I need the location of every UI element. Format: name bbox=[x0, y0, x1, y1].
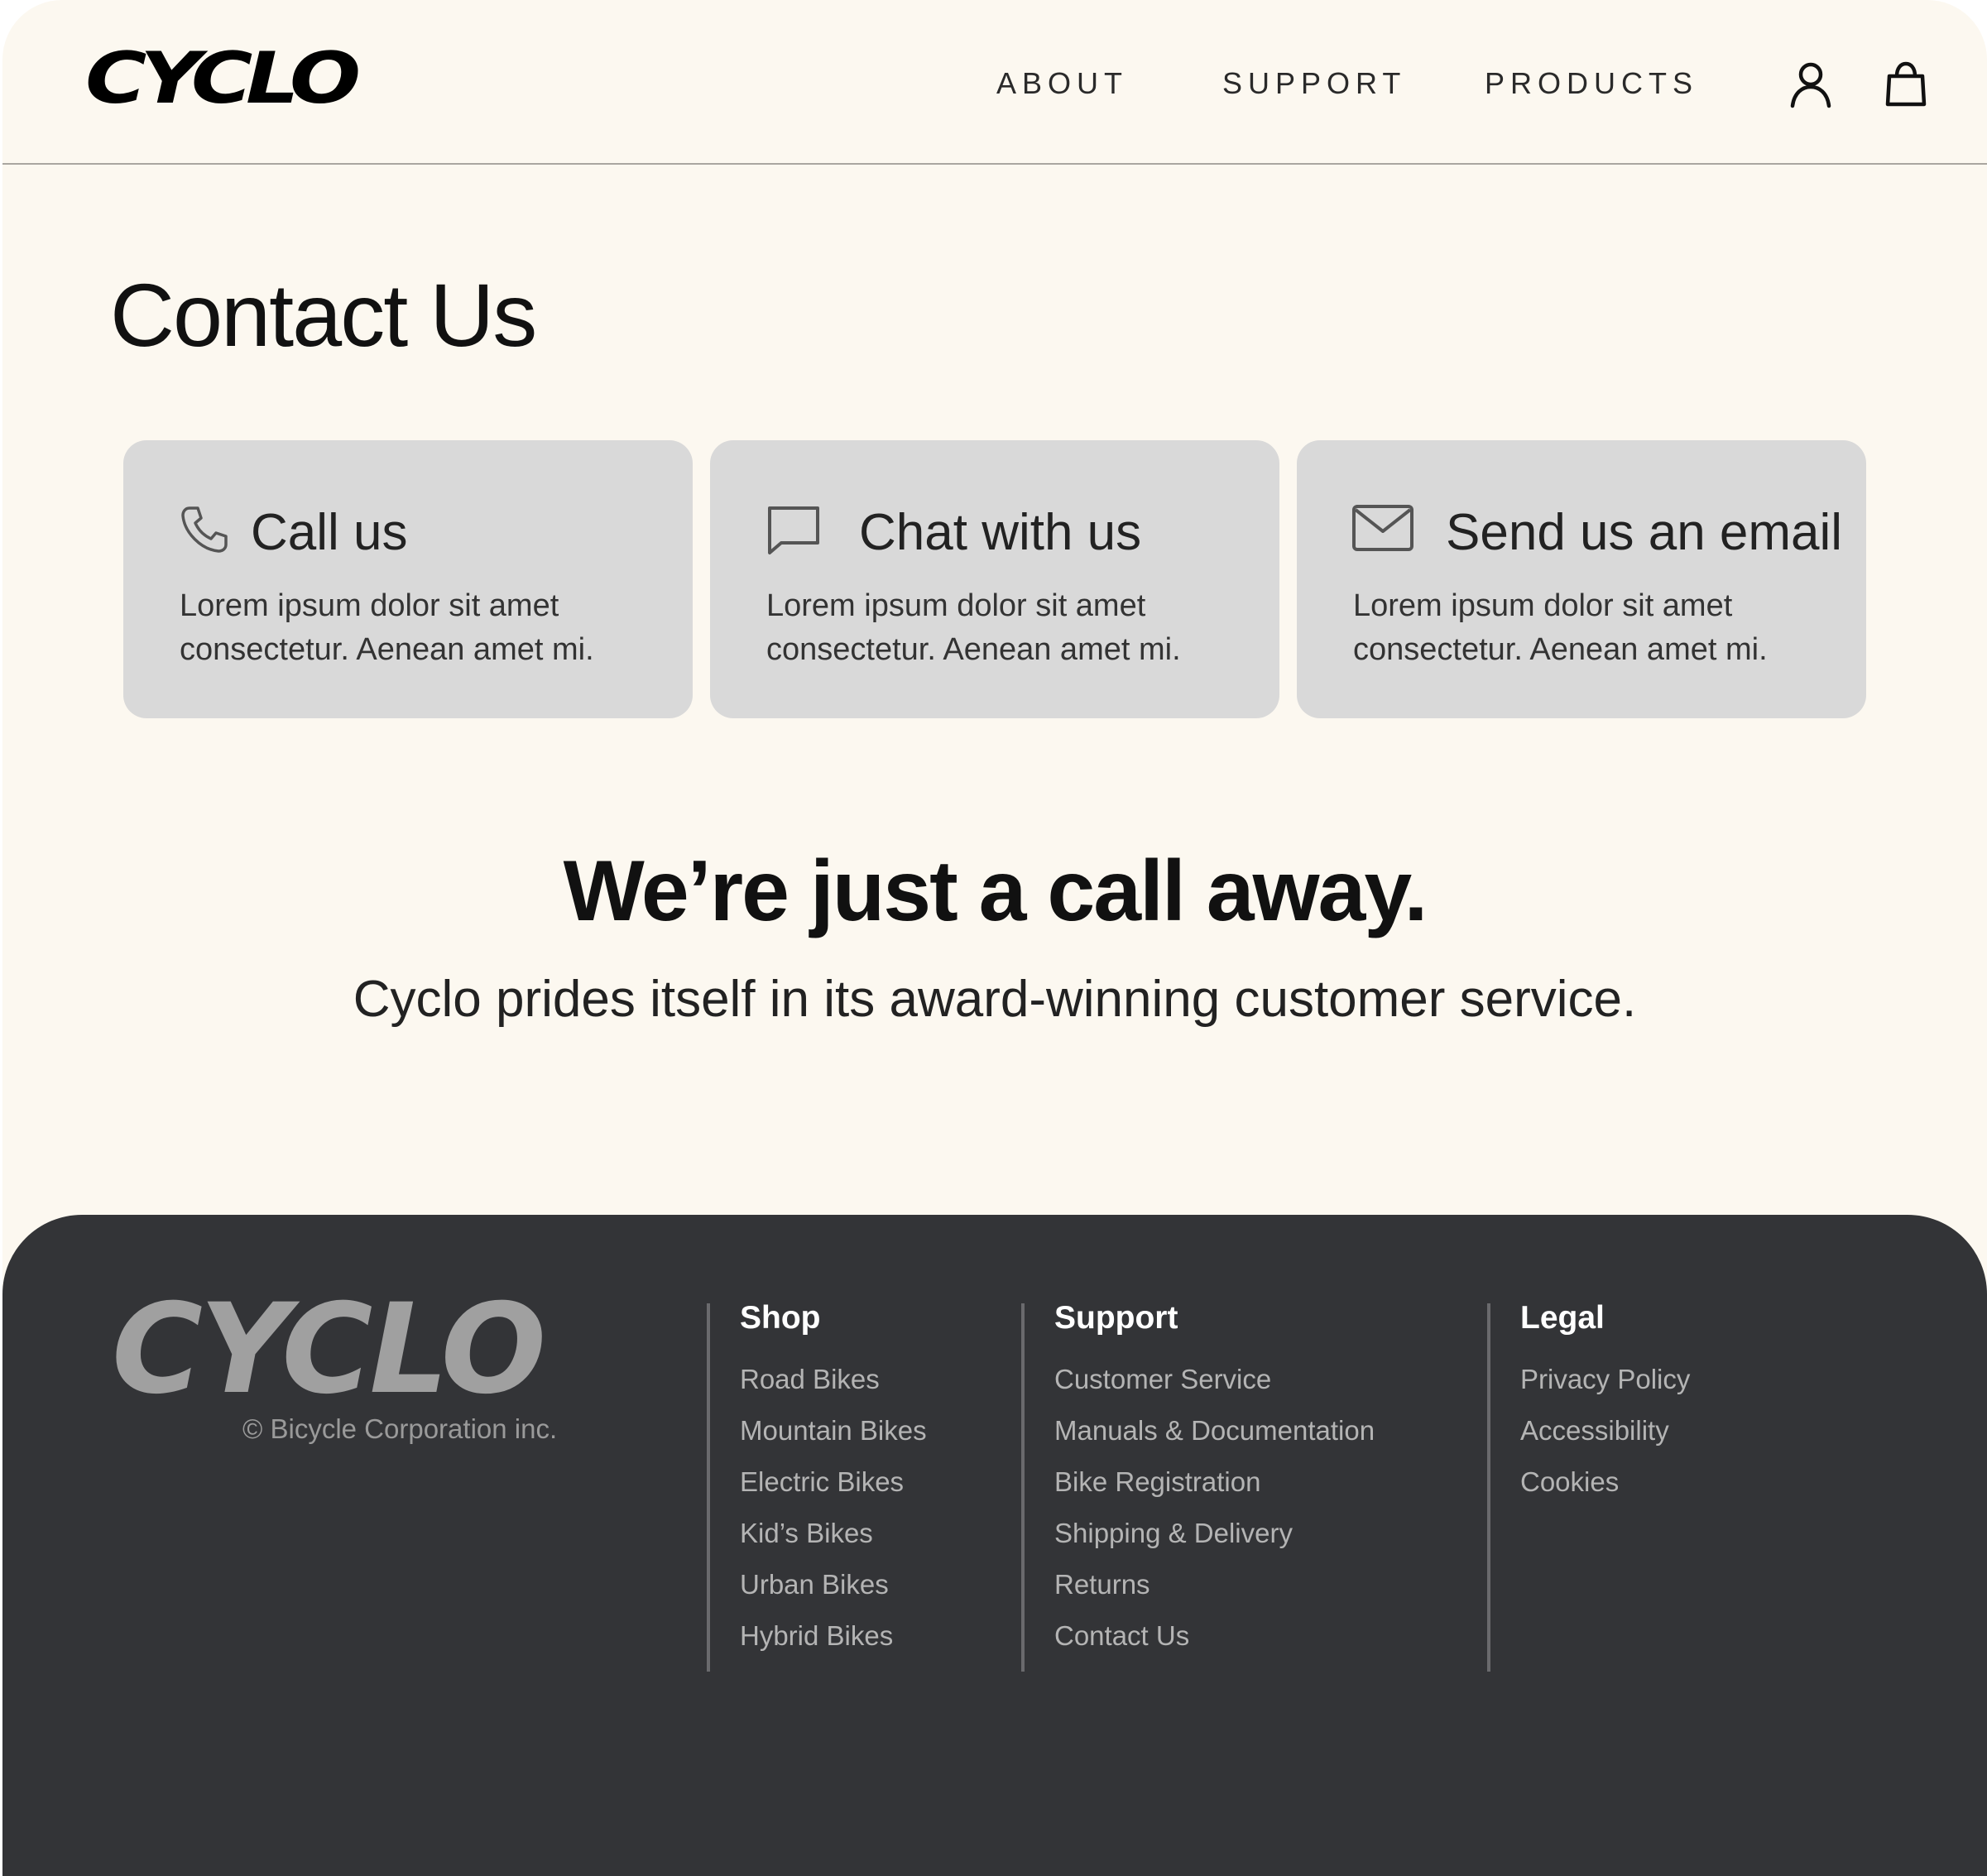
chat-card[interactable]: Chat with us Lorem ipsum dolor sit amet … bbox=[710, 440, 1279, 718]
cart-icon[interactable] bbox=[1881, 60, 1931, 109]
nav-about[interactable]: ABOUT bbox=[996, 66, 1128, 101]
footer-link[interactable]: Contact Us bbox=[1054, 1610, 1375, 1662]
site-header: CYCLO ABOUT SUPPORT PRODUCTS bbox=[2, 0, 1987, 165]
nav-support[interactable]: SUPPORT bbox=[1222, 66, 1406, 101]
footer-link[interactable]: Mountain Bikes bbox=[740, 1405, 927, 1456]
footer-heading: Support bbox=[1054, 1300, 1178, 1336]
page-title: Contact Us bbox=[110, 265, 537, 365]
footer-divider bbox=[1487, 1303, 1490, 1672]
call-us-card[interactable]: Call us Lorem ipsum dolor sit amet conse… bbox=[123, 440, 693, 718]
footer-column-shop: Shop Road Bikes Mountain Bikes Electric … bbox=[740, 1300, 927, 1662]
phone-icon bbox=[178, 503, 241, 556]
footer-link[interactable]: Urban Bikes bbox=[740, 1559, 927, 1610]
site-footer: CYCLO © Bicycle Corporation inc. Shop Ro… bbox=[2, 1215, 1987, 1876]
mail-icon bbox=[1351, 503, 1414, 556]
card-description: Lorem ipsum dolor sit amet consectetur. … bbox=[180, 588, 594, 667]
footer-link[interactable]: Privacy Policy bbox=[1520, 1354, 1690, 1405]
footer-link[interactable]: Road Bikes bbox=[740, 1354, 927, 1405]
brand-logo[interactable]: CYCLO bbox=[85, 43, 361, 114]
footer-divider bbox=[1021, 1303, 1025, 1672]
nav-products[interactable]: PRODUCTS bbox=[1485, 66, 1698, 101]
footer-column-legal: Legal Privacy Policy Accessibility Cooki… bbox=[1520, 1300, 1690, 1508]
footer-heading: Shop bbox=[740, 1300, 821, 1336]
footer-column-support: Support Customer Service Manuals & Docum… bbox=[1054, 1300, 1375, 1662]
footer-link[interactable]: Bike Registration bbox=[1054, 1456, 1375, 1508]
footer-logo: CYCLO bbox=[112, 1278, 546, 1422]
footer-link[interactable]: Shipping & Delivery bbox=[1054, 1508, 1375, 1559]
page-frame: CYCLO ABOUT SUPPORT PRODUCTS Contact Us bbox=[2, 0, 1987, 1876]
footer-link[interactable]: Kid’s Bikes bbox=[740, 1508, 927, 1559]
subtagline: Cyclo prides itself in its award-winning… bbox=[353, 971, 1637, 1028]
footer-link[interactable]: Returns bbox=[1054, 1559, 1375, 1610]
card-title: Chat with us bbox=[859, 504, 1142, 561]
tagline: We’re just a call away. bbox=[563, 843, 1428, 939]
card-description: Lorem ipsum dolor sit amet consectetur. … bbox=[1353, 588, 1768, 667]
card-title: Call us bbox=[251, 504, 408, 561]
chat-icon bbox=[765, 503, 828, 556]
footer-link[interactable]: Hybrid Bikes bbox=[740, 1610, 927, 1662]
card-description: Lorem ipsum dolor sit amet consectetur. … bbox=[766, 588, 1181, 667]
footer-link[interactable]: Electric Bikes bbox=[740, 1456, 927, 1508]
copyright-text: © Bicycle Corporation inc. bbox=[242, 1413, 558, 1444]
footer-link[interactable]: Accessibility bbox=[1520, 1405, 1690, 1456]
account-icon[interactable] bbox=[1786, 60, 1836, 109]
footer-heading: Legal bbox=[1520, 1300, 1605, 1336]
footer-divider bbox=[707, 1303, 710, 1672]
email-card[interactable]: Send us an email Lorem ipsum dolor sit a… bbox=[1297, 440, 1866, 718]
footer-link[interactable]: Cookies bbox=[1520, 1456, 1690, 1508]
footer-link[interactable]: Manuals & Documentation bbox=[1054, 1405, 1375, 1456]
card-title: Send us an email bbox=[1446, 504, 1843, 561]
footer-link[interactable]: Customer Service bbox=[1054, 1354, 1375, 1405]
